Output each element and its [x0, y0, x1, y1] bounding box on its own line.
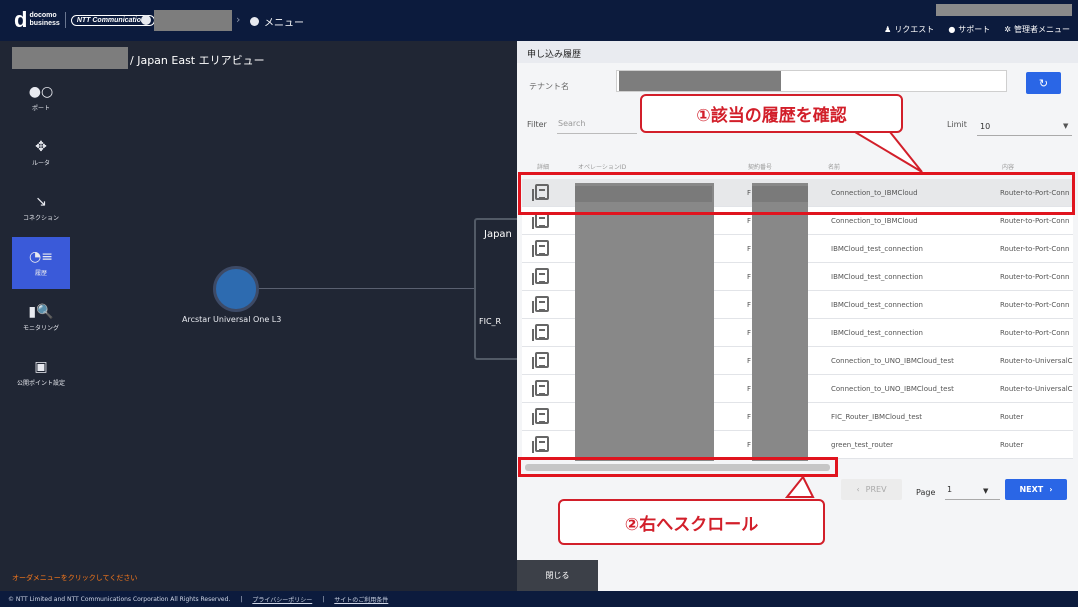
area-view-title: / Japan East エリアビュー [130, 54, 265, 67]
footer: © NTT Limited and NTT Communications Cor… [0, 591, 1078, 607]
col-name: 名前 [828, 164, 841, 171]
detail-icon[interactable] [532, 324, 549, 341]
menu-label: メニュー [264, 18, 304, 29]
callout-check-history: ①該当の履歴を確認 [640, 94, 903, 133]
brand-line1: docomo [29, 12, 57, 19]
tenant-name-redacted[interactable] [154, 10, 232, 31]
public-point-icon: ▣ [34, 358, 48, 375]
router-icon: ✥ [35, 138, 47, 155]
col-detail: 詳細 [537, 164, 550, 171]
prev-button[interactable]: ‹ PREV [841, 479, 902, 500]
refresh-icon: ↻ [1038, 76, 1049, 90]
sidebar-item-port[interactable]: ●○ ポート [12, 72, 70, 124]
universal-one-node[interactable] [213, 266, 259, 312]
detail-icon[interactable] [532, 380, 549, 397]
port-icon: ●○ [28, 83, 54, 100]
logo-d-mark: d [14, 7, 28, 32]
chevron-right-icon: › [1049, 485, 1053, 494]
col-contract-number: 契約番号 [748, 164, 773, 171]
operation-id-redacted [575, 183, 714, 461]
user-name-redacted [936, 4, 1072, 16]
history-icon: ◔≡ [29, 248, 53, 265]
monitoring-icon: ▮🔍 [28, 303, 54, 320]
terms-link[interactable]: サイトのご利用条件 [334, 595, 388, 604]
admin-menu-link[interactable]: ✲ 管理者メニュー [1004, 24, 1070, 35]
menu-button[interactable]: メニュー [250, 14, 304, 29]
tenant-value-redacted [619, 71, 781, 91]
brand-line2: business [29, 20, 60, 27]
row-highlight-box [518, 172, 1075, 215]
sidebar-item-monitoring[interactable]: ▮🔍 モニタリング [12, 292, 70, 344]
support-link[interactable]: ● サポート [948, 24, 990, 35]
scrollbar-highlight-box [518, 457, 838, 477]
detail-icon[interactable] [532, 352, 549, 369]
area-name-redacted [12, 47, 128, 69]
refresh-button[interactable]: ↻ [1026, 72, 1061, 94]
col-content: 内容 [1002, 164, 1015, 171]
menu-icon [250, 17, 259, 26]
gear-icon: ✲ [1004, 25, 1011, 34]
chevron-right-icon: › [236, 13, 241, 26]
callout-scroll-right: ②右へスクロール [558, 499, 825, 545]
detail-icon[interactable] [532, 268, 549, 285]
detail-icon[interactable] [532, 408, 549, 425]
chevron-left-icon: ‹ [856, 485, 860, 494]
connection-icon: ↘ [35, 193, 47, 210]
sidebar-item-connection[interactable]: ↘ コネクション [12, 182, 70, 234]
contract-number-redacted [752, 183, 808, 461]
request-link[interactable]: ♟ リクエスト [884, 24, 934, 35]
privacy-policy-link[interactable]: プライバシーポリシー [252, 595, 312, 604]
detail-icon[interactable] [532, 296, 549, 313]
region-label: Japan [484, 229, 512, 240]
help-icon: ● [948, 25, 956, 34]
detail-icon[interactable] [532, 436, 549, 453]
map-connection-line [238, 288, 476, 289]
copyright: © NTT Limited and NTT Communications Cor… [8, 595, 231, 603]
sidebar-item-public-point[interactable]: ▣ 公開ポイント設定 [12, 347, 70, 399]
col-operation-id: オペレーションID [578, 164, 627, 171]
page-select[interactable]: 1 [947, 485, 952, 494]
bell-icon: ♟ [884, 25, 892, 34]
next-button[interactable]: NEXT › [1005, 479, 1067, 500]
caret-down-icon[interactable]: ▼ [983, 487, 988, 495]
limit-select[interactable]: 10 [980, 122, 990, 131]
limit-label: Limit [947, 120, 967, 129]
detail-icon[interactable] [532, 240, 549, 257]
filter-label: Filter [527, 120, 547, 129]
order-menu-hint: オーダメニューをクリックしてください [12, 574, 138, 582]
top-bar: d docomo business NTT Communications › メニ… [0, 0, 1078, 41]
docomo-business-logo[interactable]: d docomo business NTT Communications [14, 7, 156, 32]
panel-title: 申し込み履歴 [517, 41, 1078, 63]
search-input[interactable]: Search [558, 119, 585, 128]
tenant-label: テナント名 [529, 82, 569, 91]
sidebar-item-router[interactable]: ✥ ルータ [12, 127, 70, 179]
caret-down-icon[interactable]: ▼ [1063, 122, 1068, 130]
sidebar: ●○ ポート ✥ ルータ ↘ コネクション ◔≡ 履歴 ▮🔍 モニタリング ▣ 公開ポイント… [12, 72, 70, 402]
universal-one-label: Arcstar Universal One L3 [182, 315, 282, 324]
close-button[interactable]: 閉じる [517, 560, 598, 591]
tenant-icon [141, 15, 151, 25]
page-label: Page [916, 488, 936, 497]
sidebar-item-history[interactable]: ◔≡ 履歴 [12, 237, 70, 289]
fic-router-label: FIC_R [479, 317, 502, 326]
